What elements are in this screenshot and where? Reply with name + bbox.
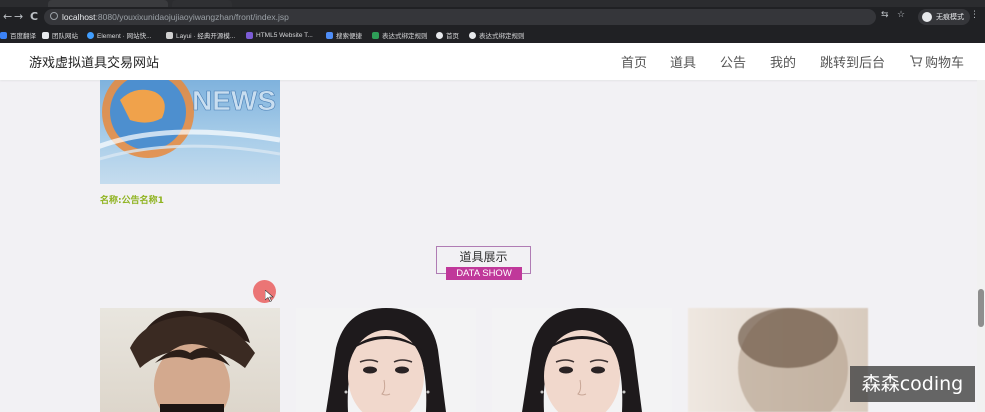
- notice-caption[interactable]: 名称:公告名称1: [100, 193, 164, 206]
- product-image: [130, 310, 255, 412]
- product-card[interactable]: [492, 308, 672, 412]
- product-card[interactable]: [688, 308, 868, 412]
- url-path: :8080/youxixunidaojujiaoyiwangzhan/front…: [95, 12, 289, 22]
- incognito-badge[interactable]: 无痕模式: [918, 9, 970, 25]
- bookmark-label: 首页: [446, 33, 459, 40]
- flag-icon: [42, 31, 49, 39]
- bookmark-label: Layui · 经典开源模...: [176, 33, 236, 40]
- page-scrollbar[interactable]: [977, 80, 985, 412]
- url-text[interactable]: localhost:8080/youxixunidaojujiaoyiwangz…: [62, 10, 289, 24]
- bookmark-item[interactable]: HTML5 Website T...: [246, 29, 313, 41]
- nav-mine[interactable]: 我的: [770, 52, 796, 71]
- site-title[interactable]: 游戏虚拟道具交易网站: [29, 52, 159, 71]
- menu-icon[interactable]: ⋮: [970, 10, 979, 20]
- bookmark-label: 百度翻译: [10, 33, 36, 40]
- section-subtitle: DATA SHOW: [446, 267, 522, 280]
- forward-button[interactable]: →: [14, 10, 23, 24]
- element-icon: [87, 31, 94, 39]
- bookmark-icon: [0, 31, 7, 39]
- html5-icon: [246, 31, 253, 39]
- bookmark-label: HTML5 Website T...: [256, 31, 313, 39]
- cursor-icon: [265, 290, 274, 302]
- bookmark-item[interactable]: Layui · 经典开源模...: [166, 29, 235, 41]
- product-image: [522, 308, 642, 412]
- bookmark-icon: [372, 31, 379, 39]
- bookmark-item[interactable]: 表达式绑定规则: [372, 29, 428, 41]
- star-icon[interactable]: ☆: [897, 10, 905, 20]
- bookmark-item[interactable]: 百度翻译: [0, 29, 36, 41]
- github-icon: [436, 31, 443, 39]
- bookmark-label: 表达式绑定规则: [382, 33, 428, 40]
- reload-button[interactable]: C: [30, 10, 38, 24]
- layui-icon: [166, 31, 173, 39]
- bookmark-label: 表达式绑定规则: [479, 33, 525, 40]
- product-card[interactable]: [296, 308, 476, 412]
- bookmark-item[interactable]: 首页: [436, 29, 459, 41]
- bookmark-item[interactable]: Element · 网站快...: [87, 29, 152, 41]
- incognito-label: 无痕模式: [936, 13, 964, 21]
- bookmark-item[interactable]: 团队网站: [42, 29, 78, 41]
- bookmark-label: 团队网站: [52, 33, 78, 40]
- browser-toolbar: ← → C localhost:8080/youxixunidaojujiaoy…: [0, 7, 985, 27]
- scrollbar-thumb[interactable]: [978, 289, 984, 327]
- browser-tab[interactable]: [48, 0, 168, 7]
- back-button[interactable]: ←: [3, 10, 12, 24]
- nav-items[interactable]: 道具: [670, 52, 696, 71]
- incognito-icon: [922, 12, 932, 22]
- url-host: localhost: [62, 12, 96, 22]
- bookmark-label: Element · 网站快...: [97, 33, 152, 40]
- notice-image[interactable]: NEWS: [100, 80, 280, 184]
- section-title: 道具展示: [459, 250, 508, 264]
- tab-strip: [0, 0, 985, 7]
- video-watermark: 森森coding: [850, 366, 975, 402]
- nav-admin[interactable]: 跳转到后台: [820, 52, 885, 71]
- bookmark-icon: [326, 31, 333, 39]
- bookmark-item[interactable]: 表达式绑定规则: [469, 29, 525, 41]
- browser-chrome: ← → C localhost:8080/youxixunidaojujiaoy…: [0, 0, 985, 43]
- news-graphic: NEWS: [100, 80, 280, 161]
- bookmarks-bar: 百度翻译 团队网站 Element · 网站快... Layui · 经典开源模…: [0, 27, 985, 43]
- product-image: [326, 308, 446, 412]
- browser-tab[interactable]: [172, 0, 232, 7]
- nav-cart[interactable]: 购物车: [925, 52, 964, 71]
- info-icon[interactable]: [50, 12, 58, 20]
- news-logo-text: NEWS: [192, 85, 276, 116]
- address-bar[interactable]: localhost:8080/youxixunidaojujiaoyiwangz…: [44, 9, 876, 25]
- site-header: 游戏虚拟道具交易网站 首页 道具 公告 我的 跳转到后台 购物车: [0, 43, 985, 80]
- github-icon: [469, 31, 476, 39]
- cart-icon[interactable]: [909, 54, 923, 68]
- bookmark-item[interactable]: 搜索便捷: [326, 29, 362, 41]
- translate-icon[interactable]: ⇆: [881, 10, 889, 20]
- nav-home[interactable]: 首页: [621, 52, 647, 71]
- product-card[interactable]: [100, 308, 280, 412]
- product-image: [738, 308, 848, 412]
- nav-notices[interactable]: 公告: [720, 52, 746, 71]
- main-content: NEWS 名称:公告名称1 道具展示 DATA SHOW: [0, 80, 985, 412]
- bookmark-label: 搜索便捷: [336, 33, 362, 40]
